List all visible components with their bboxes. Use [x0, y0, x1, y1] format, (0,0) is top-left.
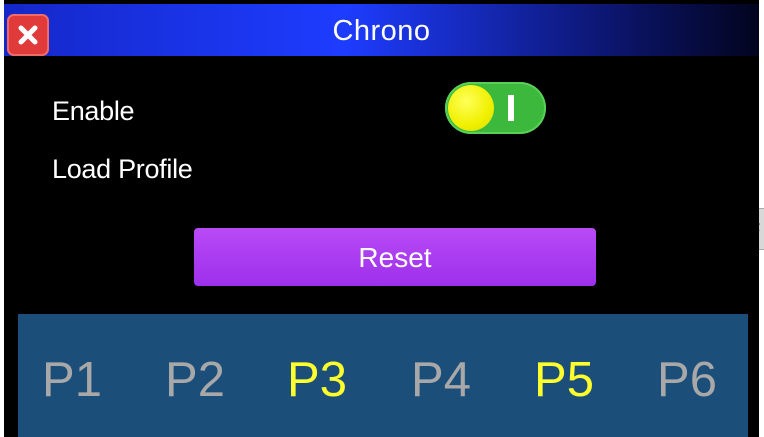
- toggle-on-indicator: [508, 95, 514, 121]
- profile-p4-button[interactable]: P4: [396, 314, 486, 437]
- profile-p3-button[interactable]: P3: [272, 314, 362, 437]
- close-icon: [18, 25, 38, 45]
- profile-p1-button[interactable]: P1: [27, 314, 117, 437]
- title-bar: Chrono: [4, 4, 759, 56]
- load-profile-label: Load Profile: [52, 154, 193, 184]
- profile-p6-button[interactable]: P6: [642, 314, 732, 437]
- profile-p2-button[interactable]: P2: [150, 314, 240, 437]
- profile-selector: P1 P2 P3 P4 P5 P6: [18, 314, 748, 437]
- chrono-dialog: Chrono Enable Load Profile Reset P1 P2 P…: [4, 0, 759, 437]
- profile-p5-button[interactable]: P5: [519, 314, 609, 437]
- close-button[interactable]: [7, 14, 49, 56]
- dialog-title: Chrono: [332, 15, 431, 47]
- reset-button[interactable]: Reset: [194, 228, 596, 286]
- enable-label: Enable: [52, 96, 135, 126]
- toggle-knob: [448, 85, 494, 131]
- enable-toggle[interactable]: [445, 82, 546, 134]
